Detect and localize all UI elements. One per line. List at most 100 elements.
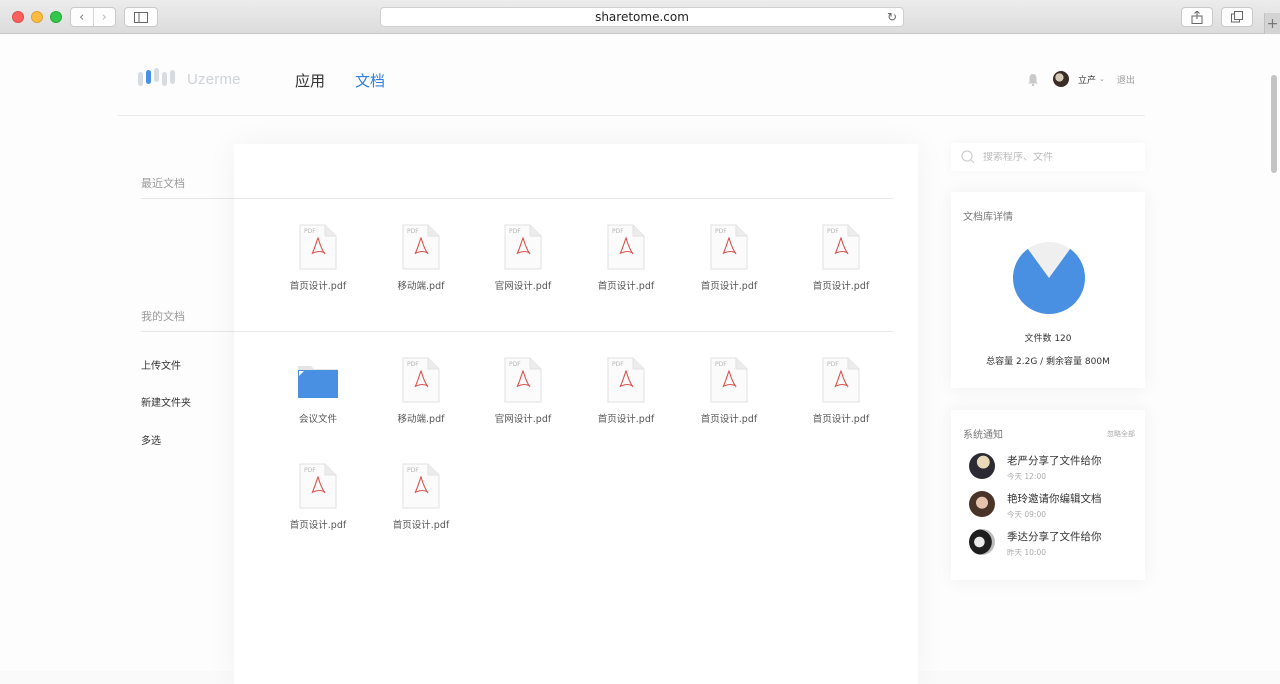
file-name: 移动端.pdf <box>397 414 445 425</box>
file-item[interactable]: PDF 首页设计.pdf <box>581 224 671 292</box>
library-details-card: 文档库详情 文件数 120 总容量 2.2G / 剩余容量 800M <box>951 192 1145 388</box>
notification-time: 今天 12:00 <box>1007 472 1046 481</box>
capacity-info: 总容量 2.2G / 剩余容量 800M <box>986 357 1110 367</box>
svg-text:PDF: PDF <box>304 228 316 235</box>
file-name: 首页设计.pdf <box>597 281 655 292</box>
chevron-down-icon[interactable]: ⌄ <box>1099 75 1105 83</box>
notifications-title: 系统通知 <box>963 430 1003 441</box>
file-item[interactable]: PDF 首页设计.pdf <box>796 224 886 292</box>
search-box[interactable] <box>951 143 1145 171</box>
file-item[interactable]: PDF 移动端.pdf <box>376 357 466 425</box>
close-window-button[interactable] <box>12 11 24 23</box>
share-button[interactable] <box>1181 7 1213 27</box>
folder-item[interactable]: 会议文件 <box>273 357 363 425</box>
search-input[interactable] <box>983 151 1133 163</box>
user-avatar[interactable] <box>1053 71 1069 87</box>
file-name: 首页设计.pdf <box>597 414 655 425</box>
file-item[interactable]: PDF 移动端.pdf <box>376 224 466 292</box>
logo-mark-icon <box>138 68 175 86</box>
main-nav: 应用 文档 <box>295 70 385 91</box>
file-item[interactable]: PDF 首页设计.pdf <box>581 357 671 425</box>
my-docs-title: 我的文档 <box>141 310 185 323</box>
pdf-file-icon: PDF <box>402 357 440 403</box>
file-name: 官网设计.pdf <box>494 281 552 292</box>
url-text: sharetome.com <box>595 10 689 24</box>
notification-message: 季达分享了文件给你 <box>1007 531 1102 543</box>
svg-text:PDF: PDF <box>407 467 419 474</box>
file-name: 首页设计.pdf <box>812 414 870 425</box>
sidebar-icon <box>134 11 148 23</box>
file-item[interactable]: PDF 官网设计.pdf <box>478 357 568 425</box>
user-name[interactable]: 立产 <box>1078 73 1096 86</box>
file-item[interactable]: PDF 首页设计.pdf <box>273 224 363 292</box>
file-name: 首页设计.pdf <box>289 281 347 292</box>
file-item[interactable]: PDF 首页设计.pdf <box>796 357 886 425</box>
bell-icon[interactable] <box>1027 73 1039 86</box>
dismiss-all-link[interactable]: 忽略全部 <box>1107 429 1135 439</box>
file-name: 首页设计.pdf <box>812 281 870 292</box>
notification-item[interactable]: 季达分享了文件给你 昨天 10:00 <box>969 529 1102 558</box>
tabs-overview-button[interactable] <box>1221 7 1253 27</box>
reload-icon[interactable]: ↻ <box>887 10 897 24</box>
new-folder-action[interactable]: 新建文件夹 <box>141 394 191 409</box>
web-page: Uzerme 应用 文档 立产 ⌄ 退出 最近文档 我的文档 上传文件 新建文件… <box>0 35 1280 684</box>
scrollbar[interactable] <box>1271 75 1277 173</box>
svg-text:PDF: PDF <box>612 361 624 368</box>
svg-text:PDF: PDF <box>509 228 521 235</box>
pdf-file-icon: PDF <box>504 357 542 403</box>
notification-avatar <box>969 491 995 517</box>
notification-item[interactable]: 艳玲邀请你编辑文档 今天 09:00 <box>969 491 1102 520</box>
zoom-window-button[interactable] <box>50 11 62 23</box>
upload-file-action[interactable]: 上传文件 <box>141 357 181 372</box>
address-bar[interactable]: sharetome.com ↻ <box>380 7 904 27</box>
chevron-left-icon[interactable]: ‹ <box>71 8 93 26</box>
chevron-right-icon[interactable]: › <box>92 8 116 26</box>
file-name: 会议文件 <box>298 414 337 425</box>
search-icon <box>961 150 975 164</box>
svg-text:PDF: PDF <box>827 361 839 368</box>
file-item[interactable]: PDF 首页设计.pdf <box>376 463 466 531</box>
new-tab-button[interactable]: + <box>1264 13 1280 34</box>
svg-text:PDF: PDF <box>612 228 624 235</box>
pdf-file-icon: PDF <box>402 224 440 270</box>
library-title: 文档库详情 <box>963 212 1013 223</box>
pdf-file-icon: PDF <box>710 224 748 270</box>
file-item[interactable]: PDF 官网设计.pdf <box>478 224 568 292</box>
share-icon <box>1191 10 1203 24</box>
file-name: 首页设计.pdf <box>289 520 347 531</box>
sidebar-toggle-button[interactable] <box>124 7 158 27</box>
svg-text:PDF: PDF <box>304 467 316 474</box>
pdf-file-icon: PDF <box>822 224 860 270</box>
pdf-file-icon: PDF <box>402 463 440 509</box>
logo-text: Uzerme <box>187 70 241 88</box>
divider <box>141 331 234 332</box>
recent-docs-title: 最近文档 <box>141 177 185 190</box>
svg-text:PDF: PDF <box>827 228 839 235</box>
row-divider <box>234 331 893 332</box>
logout-link[interactable]: 退出 <box>1117 73 1135 86</box>
file-name: 首页设计.pdf <box>392 520 450 531</box>
nav-item-apps[interactable]: 应用 <box>295 70 325 91</box>
file-item[interactable]: PDF 首页设计.pdf <box>273 463 363 531</box>
file-item[interactable]: PDF 首页设计.pdf <box>684 224 774 292</box>
row-divider <box>234 198 893 199</box>
pdf-file-icon: PDF <box>504 224 542 270</box>
file-name: 官网设计.pdf <box>494 414 552 425</box>
divider <box>141 198 234 199</box>
file-item[interactable]: PDF 首页设计.pdf <box>684 357 774 425</box>
minimize-window-button[interactable] <box>31 11 43 23</box>
nav-item-docs[interactable]: 文档 <box>355 70 385 91</box>
notification-item[interactable]: 老严分享了文件给你 今天 12:00 <box>969 453 1102 482</box>
svg-text:PDF: PDF <box>509 361 521 368</box>
multi-select-action[interactable]: 多选 <box>141 432 161 447</box>
file-name: 首页设计.pdf <box>700 414 758 425</box>
svg-text:PDF: PDF <box>407 228 419 235</box>
svg-text:PDF: PDF <box>715 361 727 368</box>
storage-pie-chart <box>1013 242 1085 315</box>
file-name: 首页设计.pdf <box>700 281 758 292</box>
notification-time: 今天 09:00 <box>1007 510 1046 519</box>
file-name: 移动端.pdf <box>397 281 445 292</box>
user-area: 立产 ⌄ 退出 <box>1027 71 1135 87</box>
file-count: 文件数 120 <box>1024 334 1072 344</box>
logo[interactable]: Uzerme <box>137 67 241 91</box>
